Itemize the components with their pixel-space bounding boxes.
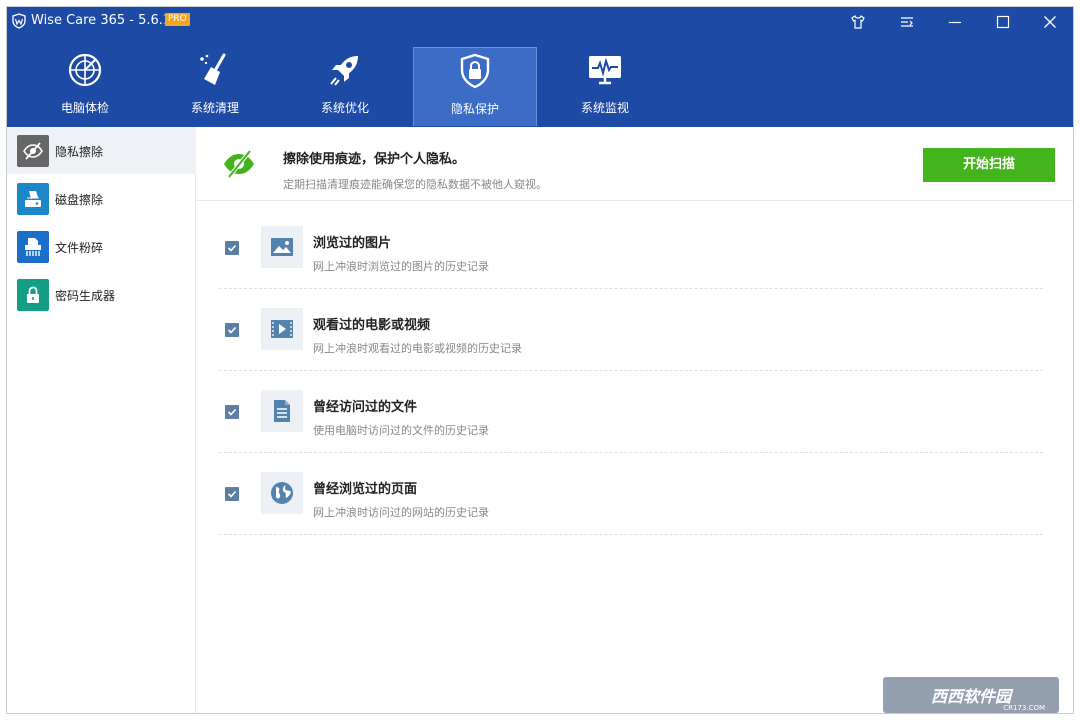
checkmark-icon xyxy=(227,244,237,252)
checkmark-icon xyxy=(227,490,237,498)
sidebar-item-password-generator[interactable]: 密码生成器 xyxy=(7,271,196,318)
item-title: 曾经浏览过的页面 xyxy=(313,482,418,497)
item-title: 浏览过的图片 xyxy=(313,236,392,251)
disk-eraser-icon xyxy=(17,183,49,215)
item-title: 观看过的电影或视频 xyxy=(313,318,431,333)
image-icon xyxy=(261,226,303,268)
rocket-icon xyxy=(330,56,358,86)
tab-pc-checkup[interactable]: 电脑体检 xyxy=(23,47,147,126)
item-description: 网上冲浪时观看过的电影或视频的历史记录 xyxy=(313,342,522,355)
tab-label: 系统监视 xyxy=(580,101,629,115)
tab-system-monitor[interactable]: 系统监视 xyxy=(543,47,667,126)
document-icon xyxy=(261,390,303,432)
tab-system-clean[interactable]: 系统清理 xyxy=(153,47,277,126)
item-description: 使用电脑时访问过的文件的历史记录 xyxy=(313,424,489,437)
item-checkbox[interactable] xyxy=(225,323,239,337)
item-title: 曾经访问过的文件 xyxy=(313,400,418,415)
eye-slash-icon xyxy=(17,135,49,167)
tab-label: 电脑体检 xyxy=(60,101,109,115)
sidebar-item-label: 密码生成器 xyxy=(55,289,116,303)
checkmark-icon xyxy=(227,326,237,334)
sidebar-item-file-shredder[interactable]: 文件粉碎 xyxy=(7,223,196,270)
sidebar-item-label: 隐私擦除 xyxy=(55,145,104,159)
banner-description: 定期扫描清理痕迹能确保您的隐私数据不被他人窥视。 xyxy=(283,178,547,191)
list-item: 浏览过的图片 网上冲浪时浏览过的图片的历史记录 xyxy=(219,207,1043,289)
skin-button[interactable] xyxy=(845,10,871,34)
title-bar: Wise Care 365 - 5.6.1 PRO xyxy=(7,7,1073,37)
sidebar-item-privacy-erase[interactable]: 隐私擦除 xyxy=(7,127,196,174)
globe-icon xyxy=(261,472,303,514)
main-panel: 擦除使用痕迹，保护个人隐私。 定期扫描清理痕迹能确保您的隐私数据不被他人窥视。 … xyxy=(197,127,1073,713)
minimize-icon xyxy=(949,21,961,24)
item-checkbox[interactable] xyxy=(225,241,239,255)
app-logo-icon xyxy=(12,13,26,29)
watermark-site: CR173.COM xyxy=(1003,704,1045,712)
tab-label: 隐私保护 xyxy=(450,102,499,116)
main-nav: 电脑体检 系统清理 系统优化 隐私保护 系统监视 xyxy=(7,37,1073,127)
list-item: 观看过的电影或视频 网上冲浪时观看过的电影或视频的历史记录 xyxy=(219,289,1043,371)
app-window: Wise Care 365 - 5.6.1 PRO 电脑体检 系统清理 系统优化… xyxy=(6,6,1074,714)
item-description: 网上冲浪时浏览过的图片的历史记录 xyxy=(313,260,489,273)
start-scan-button[interactable]: 开始扫描 xyxy=(923,148,1055,182)
checkmark-icon xyxy=(227,408,237,416)
monitor-pulse-icon xyxy=(589,56,621,85)
watermark-logo: 西西软件园 CR173.COM xyxy=(883,677,1059,713)
item-checkbox[interactable] xyxy=(225,405,239,419)
shield-lock-icon xyxy=(460,53,490,89)
privacy-banner: 擦除使用痕迹，保护个人隐私。 定期扫描清理痕迹能确保您的隐私数据不被他人窥视。 … xyxy=(197,127,1073,201)
maximize-icon xyxy=(996,15,1010,29)
sidebar-item-disk-erase[interactable]: 磁盘擦除 xyxy=(7,175,196,222)
item-checkbox[interactable] xyxy=(225,487,239,501)
app-title: Wise Care 365 - 5.6.1 xyxy=(31,13,172,28)
close-button[interactable] xyxy=(1037,10,1063,34)
minimize-button[interactable] xyxy=(942,10,968,34)
menu-icon xyxy=(901,17,913,27)
tab-privacy-protect[interactable]: 隐私保护 xyxy=(413,47,537,126)
watermark-brand: 西西软件园 xyxy=(930,687,1011,706)
sidebar-item-label: 磁盘擦除 xyxy=(55,193,104,207)
close-icon xyxy=(1044,16,1056,28)
eye-slash-icon xyxy=(224,149,254,179)
maximize-button[interactable] xyxy=(990,10,1016,34)
radar-icon xyxy=(68,53,102,87)
broom-icon xyxy=(200,53,226,85)
menu-button[interactable] xyxy=(894,10,920,34)
video-icon xyxy=(261,308,303,350)
item-description: 网上冲浪时访问过的网站的历史记录 xyxy=(313,506,489,519)
tab-system-optimize[interactable]: 系统优化 xyxy=(283,47,407,126)
shredder-icon xyxy=(17,231,49,263)
list-item: 曾经访问过的文件 使用电脑时访问过的文件的历史记录 xyxy=(219,371,1043,453)
sidebar-item-label: 文件粉碎 xyxy=(55,241,104,255)
tab-label: 系统清理 xyxy=(190,101,239,115)
list-item: 曾经浏览过的页面 网上冲浪时访问过的网站的历史记录 xyxy=(219,453,1043,535)
banner-title: 擦除使用痕迹，保护个人隐私。 xyxy=(283,152,466,167)
tab-label: 系统优化 xyxy=(320,101,369,115)
tshirt-icon xyxy=(851,15,865,29)
pro-badge: PRO xyxy=(165,13,190,26)
lock-icon xyxy=(17,279,49,311)
sidebar: 隐私擦除 磁盘擦除 文件粉碎 密码生成器 xyxy=(7,127,196,713)
